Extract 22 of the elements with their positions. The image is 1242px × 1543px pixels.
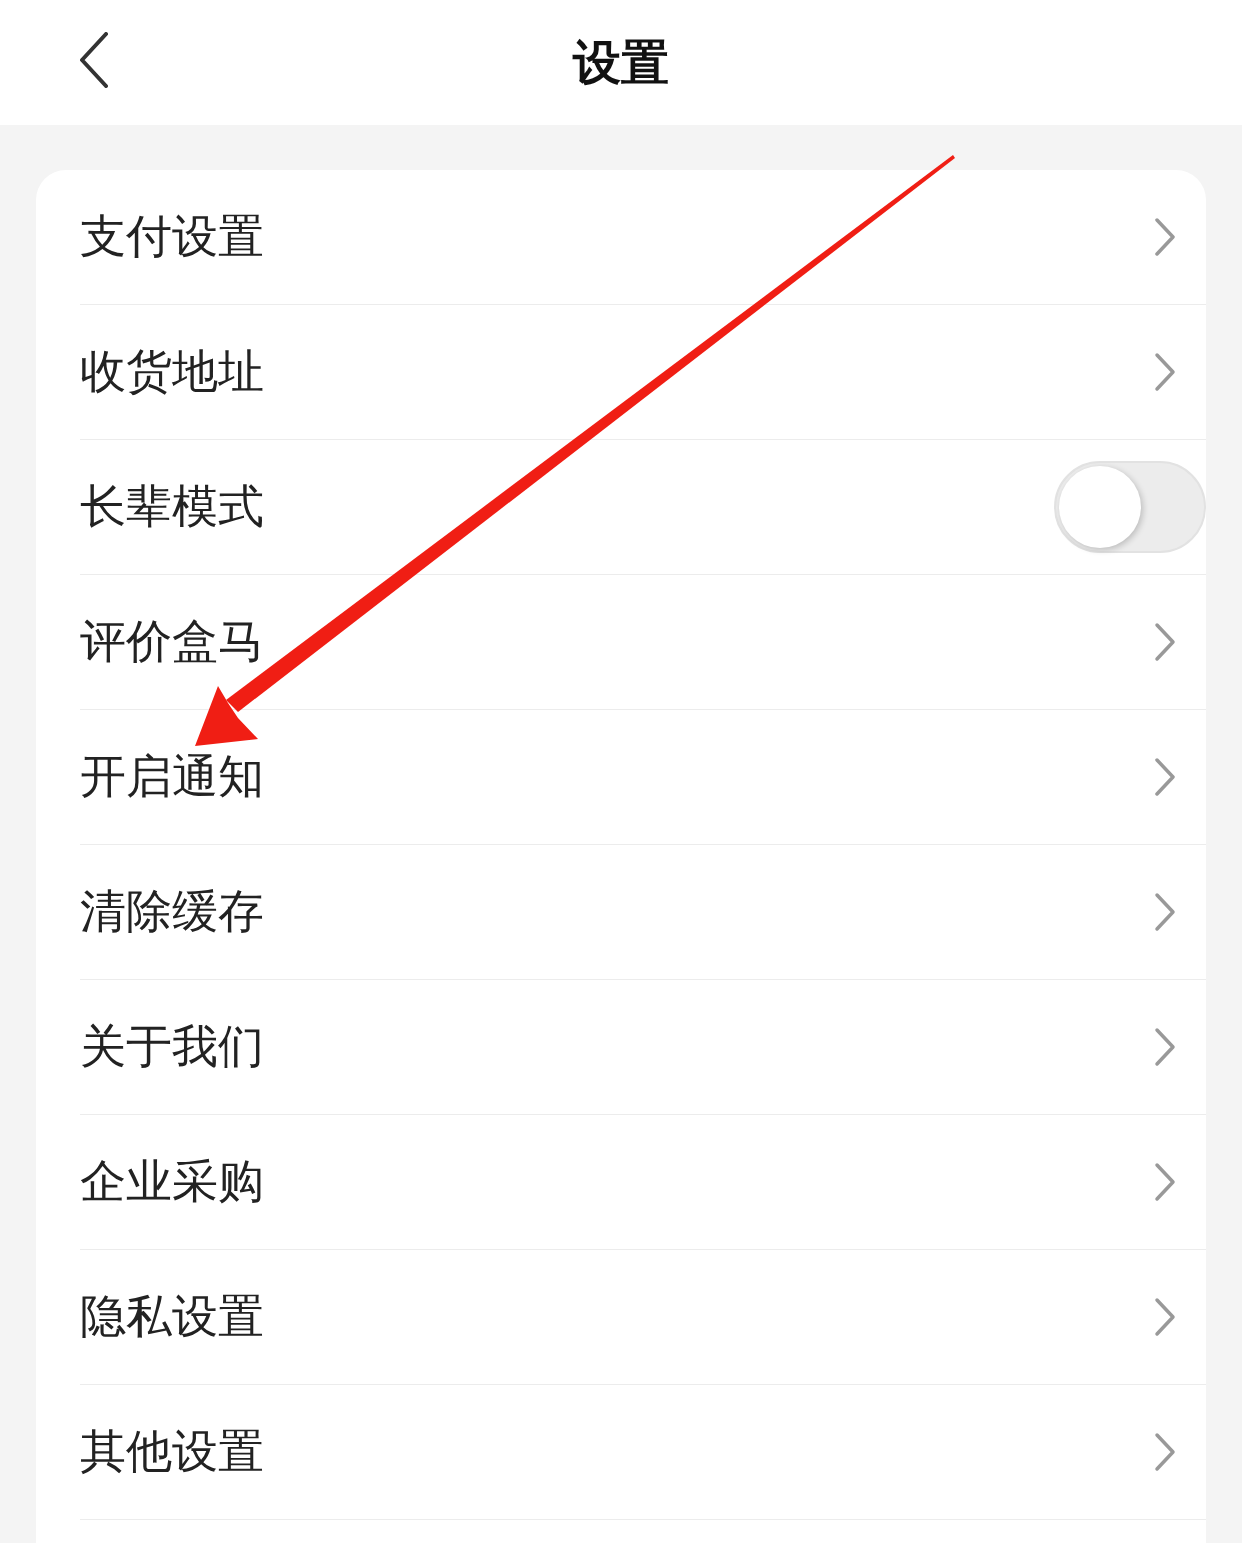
chevron-icon: [1154, 622, 1176, 662]
setting-label: 支付设置: [80, 208, 264, 265]
chevron-icon: [1154, 757, 1176, 797]
setting-label: 开启通知: [80, 748, 264, 805]
chevron-icon: [1154, 352, 1176, 392]
setting-label: 其他设置: [80, 1423, 264, 1480]
back-icon[interactable]: [78, 32, 110, 88]
chevron-icon: [1154, 1162, 1176, 1202]
setting-label: 清除缓存: [80, 883, 264, 940]
setting-label: 隐私设置: [80, 1288, 264, 1345]
chevron-icon: [1154, 1027, 1176, 1067]
toggle-switch[interactable]: [1054, 461, 1206, 553]
setting-label: 关于我们: [80, 1018, 264, 1075]
setting-label: 收货地址: [80, 343, 264, 400]
setting-label: 企业采购: [80, 1153, 264, 1210]
chevron-icon: [1154, 1432, 1176, 1472]
chevron-icon: [1154, 1297, 1176, 1337]
setting-label: 评价盒马: [80, 613, 264, 670]
chevron-icon: [1154, 217, 1176, 257]
chevron-icon: [1154, 892, 1176, 932]
page-title: 设置: [573, 32, 669, 92]
setting-label: 长辈模式: [80, 478, 264, 535]
